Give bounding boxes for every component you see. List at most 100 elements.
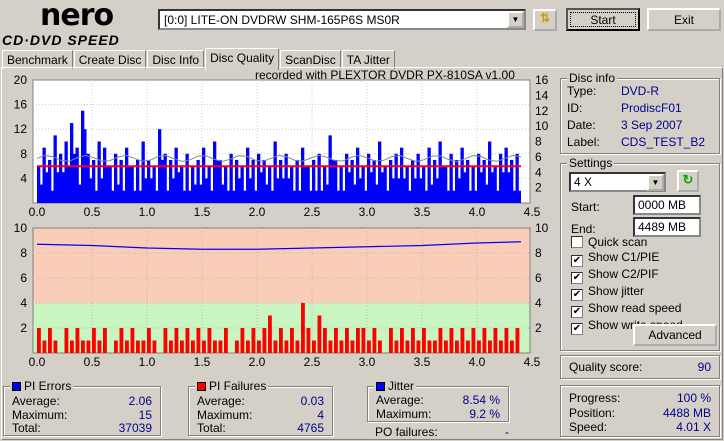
pie-bar (314, 190, 318, 203)
pif-bar (444, 340, 448, 353)
jitter-title: Jitter (388, 379, 415, 393)
y-right-tick-label: 4 (535, 296, 542, 310)
x-tick-label: 2.5 (304, 355, 321, 369)
progress-label: Progress: (569, 391, 621, 405)
pie-bar (309, 190, 312, 203)
pif-bar (81, 340, 85, 353)
pie-bar (210, 190, 213, 203)
pif-bar (389, 328, 393, 353)
pi-errors-legend-icon (12, 382, 21, 391)
pie-bar (358, 178, 362, 203)
x-tick-label: 0.0 (29, 355, 46, 369)
pif-bar (213, 340, 217, 353)
pif-bar (235, 340, 239, 353)
quality-score-value: 90 (697, 360, 711, 374)
po-failures-value: - (505, 425, 509, 439)
tab-bar: Benchmark Create Disc Disc Info Disc Qualit… (2, 48, 396, 70)
pi-errors-average-label: Average: (12, 394, 60, 408)
progress-value: 100 % (676, 391, 711, 405)
jitter-legend-icon (376, 382, 385, 391)
pie-bar (413, 178, 417, 203)
checkbox-box[interactable]: ✔ (571, 289, 583, 301)
checkbox-quick-scan[interactable]: Quick scan (571, 235, 683, 250)
checkbox-show-c1-pie[interactable]: ✔ Show C1/PIE (571, 250, 683, 267)
checkbox-box[interactable] (571, 236, 583, 248)
start-button[interactable]: Start (566, 8, 640, 31)
pie-bar (441, 166, 444, 203)
pif-bar (488, 340, 492, 353)
drive-select[interactable]: [0:0] LITE-ON DVDRW SHM-165P6S MS0R ▼ (158, 9, 526, 30)
y-right-tick-label: 8 (535, 246, 542, 260)
pie-bar (166, 190, 169, 203)
y-right-tick-label: 16 (535, 73, 549, 87)
y-left-tick-label: 20 (14, 73, 28, 87)
bad-zone (33, 228, 530, 303)
refresh-icon: ↻ (682, 172, 694, 187)
pi-errors-average: 2.06 (128, 394, 152, 408)
pie-bar (298, 190, 301, 203)
tab-disc-quality[interactable]: Disc Quality (205, 48, 280, 70)
jitter-group: Jitter Average: 8.54 % Maximum: 9.2 % (367, 379, 509, 422)
chevron-down-icon[interactable]: ▼ (647, 174, 664, 191)
y-left-tick-label: 8 (20, 246, 27, 260)
pie-bar (61, 172, 65, 203)
y-right-tick-label: 6 (535, 150, 542, 164)
pi-failures-legend-icon (197, 382, 206, 391)
x-tick-label: 4.5 (524, 205, 541, 219)
start-input[interactable]: 0000 MB (633, 195, 701, 215)
pif-bar (246, 340, 250, 353)
pie-bar (188, 190, 191, 203)
checkbox-show-c2-pif[interactable]: ✔ Show C2/PIF (571, 267, 683, 284)
speed-select-value: 4 X (574, 175, 593, 189)
refresh-speed-button[interactable]: ↻ (677, 170, 699, 192)
start-label: Start: (571, 200, 600, 214)
pie-bar (177, 172, 180, 203)
chevron-down-icon[interactable]: ▼ (507, 11, 524, 28)
pie-bar (292, 190, 296, 203)
checkbox-box[interactable]: ✔ (571, 306, 583, 318)
disc-info-group: Disc info Type: ID: Date: Label: DVD-R Prodi… (560, 71, 720, 154)
pie-bar (265, 184, 268, 203)
pif-bar (411, 328, 415, 353)
pie-bar (342, 190, 345, 203)
pie-bar (204, 178, 208, 203)
pie-bar (155, 190, 158, 203)
end-input[interactable]: 4489 MB (633, 217, 701, 237)
pi-errors-maximum-label: Maximum: (12, 408, 68, 422)
type-label: Type: (567, 84, 597, 98)
pif-bar (356, 328, 360, 353)
pi-errors-group: PI Errors Average: 2.06 Maximum: 15 Total:… (3, 379, 161, 436)
pie-bar (353, 184, 356, 203)
pif-bar (284, 340, 289, 353)
pie-bar (430, 184, 433, 203)
y-right-tick-label: 10 (535, 221, 549, 235)
jitter-maximum: 9.2 % (469, 407, 500, 421)
y-right-tick-label: 8 (535, 135, 542, 149)
pif-bar (42, 340, 47, 353)
pie-bar (435, 178, 439, 203)
jitter-average: 8.54 % (462, 393, 500, 407)
pif-bar (114, 340, 118, 353)
y-left-tick-label: 12 (14, 122, 28, 136)
id-label: ID: (567, 101, 583, 115)
pie-bar (232, 190, 235, 203)
pif-bar (136, 340, 140, 353)
pie-bar (149, 178, 153, 203)
checkbox-box[interactable]: ✔ (571, 272, 583, 284)
exit-button[interactable]: Exit (647, 8, 721, 31)
checkbox-show-read-speed[interactable]: ✔ Show read speed (571, 301, 683, 318)
pie-bar (375, 184, 378, 203)
checkbox-box[interactable]: ✔ (571, 255, 583, 267)
quality-score-label: Quality score: (569, 360, 643, 374)
advanced-button[interactable]: Advanced (633, 324, 717, 346)
speed-select[interactable]: 4 X ▼ (569, 172, 666, 192)
pif-bar (97, 340, 102, 353)
x-tick-label: 0.0 (29, 205, 46, 219)
disc-type: DVD-R (621, 84, 659, 98)
checkbox-box[interactable]: ✔ (571, 323, 583, 335)
checkbox-show-jitter[interactable]: ✔ Show jitter (571, 284, 683, 301)
pif-bar (301, 303, 305, 353)
pi-failures-maximum-label: Maximum: (197, 408, 253, 422)
jitter-maximum-label: Maximum: (376, 407, 432, 421)
refresh-drives-button[interactable]: ⇅ (533, 9, 557, 31)
